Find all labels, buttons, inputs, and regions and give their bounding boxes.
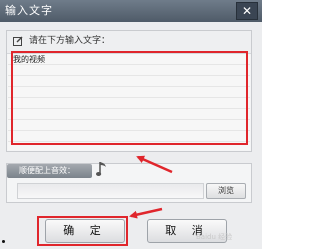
music-icon xyxy=(96,162,106,176)
sound-effect-header: 顺便配上音效： xyxy=(7,164,92,178)
edit-icon xyxy=(13,36,23,46)
highlight-box-text-area xyxy=(11,51,248,145)
highlight-box-ok-button xyxy=(37,216,128,246)
sound-effect-label: 顺便配上音效： xyxy=(19,166,75,175)
bullet-dot xyxy=(2,240,5,243)
close-icon: ✕ xyxy=(241,4,253,18)
input-text-dialog: 输入文字 ✕ 请在下方输入文字： 我的视频 顺便配上音效： 浏览 确 定 取 消 xyxy=(0,0,262,249)
text-input-label: 请在下方输入文字： xyxy=(29,36,111,46)
close-button[interactable]: ✕ xyxy=(236,2,258,20)
title-bar: 输入文字 ✕ xyxy=(0,0,262,22)
browse-button[interactable]: 浏览 xyxy=(206,183,246,199)
dialog-title: 输入文字 xyxy=(5,4,53,17)
sound-effect-group: 顺便配上音效： 浏览 xyxy=(6,162,252,203)
arrow-to-ok-button xyxy=(129,207,163,219)
watermark: Baidu 经验 xyxy=(196,233,233,241)
sound-file-field[interactable] xyxy=(17,183,204,199)
